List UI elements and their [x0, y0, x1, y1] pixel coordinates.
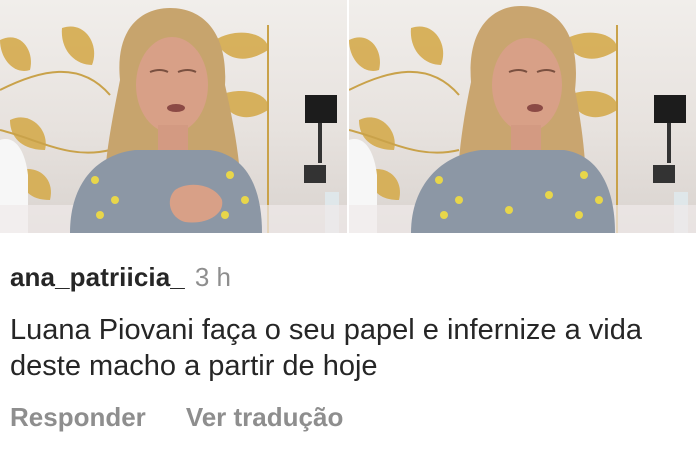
comment-timestamp: 3 h: [194, 262, 231, 292]
person-photo-icon: [0, 8, 347, 233]
translate-button[interactable]: Ver tradução: [186, 402, 344, 433]
comment-meta: ana_patriicia_ 3 h: [10, 262, 690, 298]
comment-username[interactable]: ana_patriicia_: [10, 262, 185, 293]
comment-text: Luana Piovani faça o seu papel e inferni…: [10, 314, 642, 382]
reply-button[interactable]: Responder: [10, 402, 146, 433]
comment-actions: Responder Ver tradução: [10, 402, 343, 433]
photo-left[interactable]: [0, 0, 347, 233]
photo-right[interactable]: [349, 0, 696, 233]
comment: ana_patriicia_ 3 h Luana Piovani faça o …: [10, 262, 690, 384]
person-photo-icon: [349, 6, 696, 233]
video-thumbnails: [0, 0, 696, 233]
